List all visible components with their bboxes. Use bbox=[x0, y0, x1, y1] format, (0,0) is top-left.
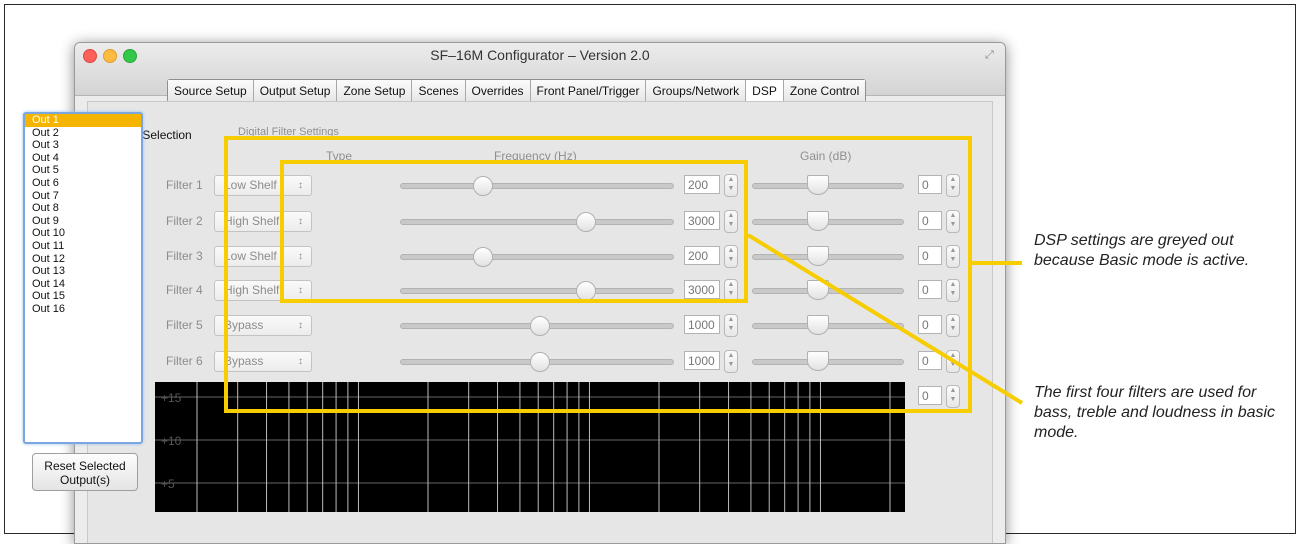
output-list[interactable]: Out 1 Out 2 Out 3 Out 4 Out 5 Out 6 Out 7 Out 8… bbox=[23, 112, 143, 444]
filter-label: Filter 1 bbox=[166, 178, 203, 192]
annotation-greyed-out: DSP settings are greyed out because Basi… bbox=[1034, 232, 1250, 269]
graph-label-plus15: +15 bbox=[161, 391, 182, 405]
output-list-item[interactable]: Out 16 bbox=[25, 303, 141, 316]
window-title: SF–16M Configurator – Version 2.0 bbox=[430, 47, 650, 63]
output-list-item[interactable]: Out 4 bbox=[25, 152, 141, 165]
output-list-item[interactable]: Out 15 bbox=[25, 290, 141, 303]
output-list-item[interactable]: Out 14 bbox=[25, 278, 141, 291]
filter-label: Filter 4 bbox=[166, 283, 203, 297]
filter-label: Filter 6 bbox=[166, 354, 203, 368]
graph-label-plus5: +5 bbox=[161, 477, 175, 491]
filter-label: Filter 5 bbox=[166, 318, 203, 332]
output-list-item[interactable]: Out 12 bbox=[25, 253, 141, 266]
graph-label-plus10: +10 bbox=[161, 434, 182, 448]
output-list-item[interactable]: Out 7 bbox=[25, 190, 141, 203]
filter-label: Filter 3 bbox=[166, 249, 203, 263]
output-list-item[interactable]: Out 3 bbox=[25, 139, 141, 152]
output-list-item[interactable]: Out 9 bbox=[25, 215, 141, 228]
first-four-filters-highlight bbox=[280, 160, 748, 303]
output-list-item[interactable]: Out 6 bbox=[25, 177, 141, 190]
annotation-first-four-filters: The first four filters are used for bass… bbox=[1034, 384, 1276, 441]
output-list-item[interactable]: Out 5 bbox=[25, 164, 141, 177]
fullscreen-icon[interactable]: ⤢ bbox=[985, 49, 997, 61]
reset-button-label-line2: Output(s) bbox=[59, 473, 110, 487]
output-list-item[interactable]: Out 13 bbox=[25, 265, 141, 278]
output-list-item[interactable]: Out 1 bbox=[25, 114, 141, 127]
reset-button-label-line1: Reset Selected bbox=[44, 459, 126, 473]
output-list-item[interactable]: Out 8 bbox=[25, 202, 141, 215]
output-list-item[interactable]: Out 2 bbox=[25, 127, 141, 140]
output-list-item[interactable]: Out 11 bbox=[25, 240, 141, 253]
reset-selected-button[interactable]: Reset Selected Output(s) bbox=[32, 453, 138, 491]
output-list-item[interactable]: Out 10 bbox=[25, 227, 141, 240]
filter-label: Filter 2 bbox=[166, 214, 203, 228]
